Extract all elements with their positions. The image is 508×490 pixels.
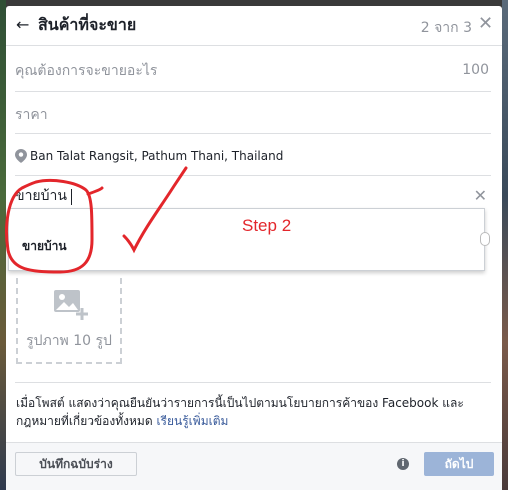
dialog-header: ← สินค้าที่จะขาย 2 จาก 3 ✕ bbox=[6, 6, 502, 46]
clear-icon[interactable]: ✕ bbox=[474, 188, 487, 204]
photo-label: รูปภาพ 10 รูป bbox=[26, 333, 112, 349]
category-row[interactable]: ขายบ้าน ✕ bbox=[15, 176, 491, 212]
quantity-value: 100 bbox=[462, 62, 489, 78]
dropdown-item-label: ขายบ้าน bbox=[22, 239, 67, 253]
location-pin-icon bbox=[15, 149, 27, 163]
close-icon[interactable]: ✕ bbox=[478, 15, 493, 33]
item-name-input[interactable]: คุณต้องการจะขายอะไร bbox=[15, 60, 157, 82]
step-label: Step 2 bbox=[242, 216, 292, 235]
back-arrow-icon[interactable]: ← bbox=[16, 16, 30, 34]
divider bbox=[15, 382, 491, 383]
item-name-row[interactable]: คุณต้องการจะขายอะไร 100 bbox=[15, 46, 491, 92]
next-button[interactable]: ถัดไป bbox=[424, 452, 494, 476]
category-input[interactable]: ขายบ้าน bbox=[15, 184, 455, 208]
background-right bbox=[502, 0, 508, 490]
learn-more-link[interactable]: เรียนรู้เพิ่มเติม bbox=[156, 414, 228, 428]
policy-body: เมื่อโพสต์ แสดงว่าคุณยืนยันว่ารายการนี้เ… bbox=[16, 396, 464, 428]
price-input[interactable]: ราคา bbox=[15, 104, 48, 126]
side-info-icon bbox=[480, 232, 490, 246]
photo-add-icon bbox=[54, 290, 88, 320]
location-row[interactable]: Ban Talat Rangsit, Pathum Thani, Thailan… bbox=[15, 134, 491, 176]
dialog-footer: บันทึกฉบับร่าง i ถัดไป bbox=[6, 442, 502, 490]
info-icon[interactable]: i bbox=[397, 458, 409, 470]
save-draft-button[interactable]: บันทึกฉบับร่าง bbox=[15, 452, 137, 476]
text-caret bbox=[71, 189, 72, 205]
add-photos-box[interactable]: รูปภาพ 10 รูป bbox=[16, 278, 122, 364]
price-row[interactable]: ราคา bbox=[15, 92, 491, 134]
step-counter: 2 จาก 3 bbox=[420, 20, 472, 36]
policy-text: เมื่อโพสต์ แสดงว่าคุณยืนยันว่ารายการนี้เ… bbox=[16, 394, 492, 430]
page-title: สินค้าที่จะขาย bbox=[38, 15, 137, 34]
location-text: Ban Talat Rangsit, Pathum Thani, Thailan… bbox=[30, 149, 284, 163]
